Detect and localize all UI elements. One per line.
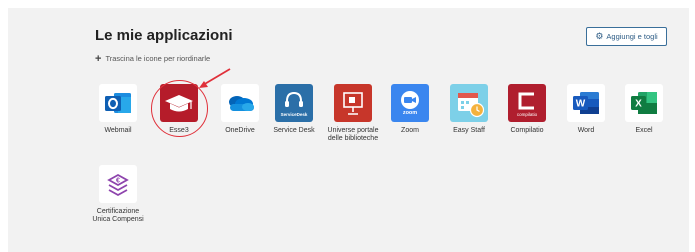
compilatio-wordmark: compilatio (516, 111, 538, 117)
outlook-icon (99, 84, 137, 122)
app-word[interactable]: W Word (557, 84, 615, 135)
app-compilatio[interactable]: compilatio Compilatio (498, 84, 556, 135)
euro-stack-icon: € (99, 165, 137, 203)
svg-text:€: € (116, 178, 120, 185)
app-label: Word (577, 127, 595, 134)
word-icon: W (567, 84, 605, 122)
service-desk-wordmark: ServiceDesk (280, 111, 308, 117)
svg-text:W: W (576, 99, 586, 110)
app-label: Easy Staff (453, 127, 485, 134)
app-zoom[interactable]: zoom Zoom (381, 84, 439, 135)
reorder-hint: + Trascina le icone per riordinarle (95, 52, 211, 65)
app-label: Zoom (401, 127, 419, 134)
compilatio-icon: compilatio (508, 84, 546, 122)
manage-apps-label: Aggiungi e togli (606, 32, 658, 41)
plus-icon: + (95, 52, 102, 65)
app-label: Certificazione Unica Compensi (92, 208, 144, 223)
gear-icon: ⚙ (595, 31, 604, 41)
app-webmail[interactable]: Webmail (89, 84, 147, 135)
excel-icon: X (625, 84, 663, 122)
app-certificazione-unica[interactable]: € Certificazione Unica Compensi (89, 165, 147, 224)
app-label: Excel (635, 127, 653, 134)
app-universe[interactable]: Universe portale delle biblioteche (324, 84, 382, 143)
annotation-arrow-icon (199, 68, 231, 88)
svg-text:X: X (635, 99, 642, 110)
page-title: Le mie applicazioni (95, 27, 233, 44)
app-label: OneDrive (225, 127, 255, 134)
app-service-desk[interactable]: ServiceDesk Service Desk (265, 84, 323, 135)
video-camera-icon: zoom (391, 84, 429, 122)
app-label: Service Desk (273, 127, 315, 134)
headset-icon: ServiceDesk (275, 84, 313, 122)
app-excel[interactable]: X Excel (615, 84, 673, 135)
app-label: Universe portale delle biblioteche (327, 127, 379, 142)
app-label: Compilatio (510, 127, 544, 134)
manage-apps-button[interactable]: ⚙ Aggiungi e togli (586, 27, 667, 46)
presentation-icon (334, 84, 372, 122)
app-easy-staff[interactable]: Easy Staff (440, 84, 498, 135)
calendar-clock-icon (450, 84, 488, 122)
reorder-hint-text: Trascina le icone per riordinarle (105, 54, 211, 63)
app-label: Webmail (104, 127, 132, 134)
zoom-wordmark: zoom (402, 110, 418, 116)
